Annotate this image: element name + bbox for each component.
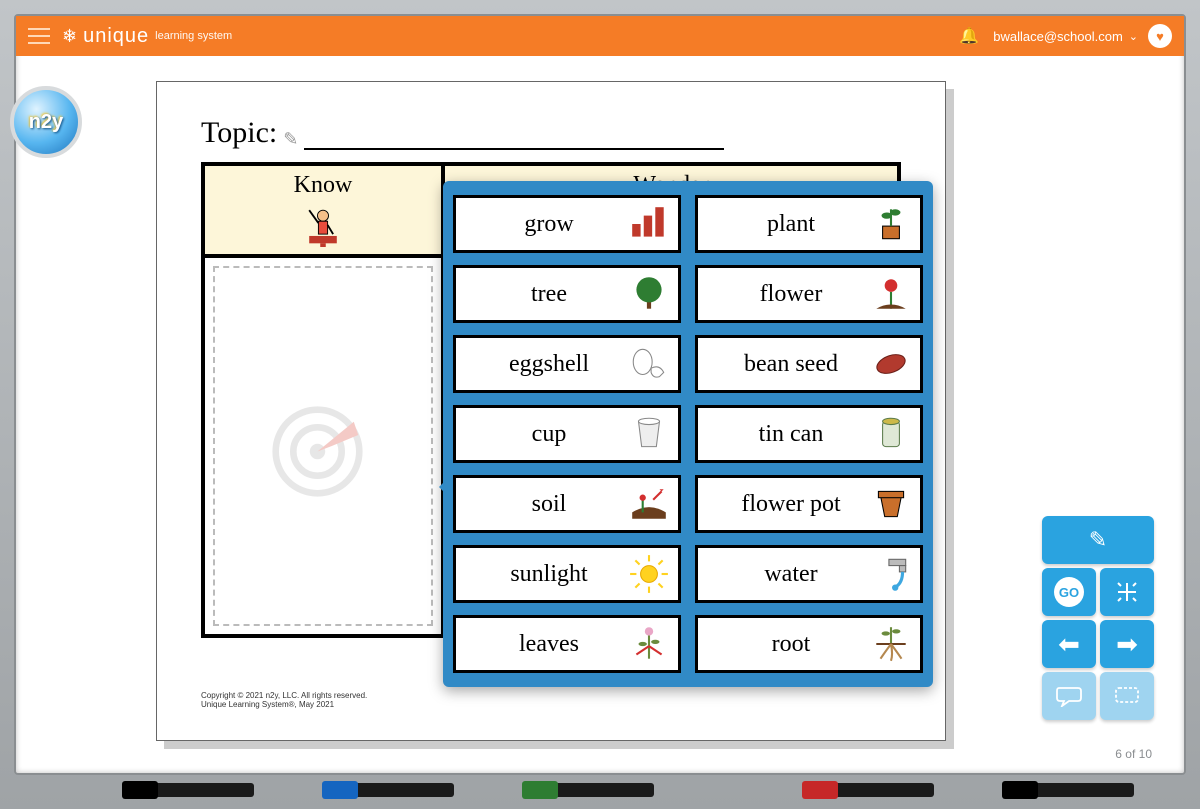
word-card-bean-seed[interactable]: bean seed <box>695 335 923 393</box>
word-card-cup[interactable]: cup <box>453 405 681 463</box>
flowerpot-icon <box>870 483 912 525</box>
favorite-button[interactable]: ♥ <box>1148 24 1172 48</box>
arrow-right-icon: ➡ <box>1116 629 1138 660</box>
speech-bubble-icon <box>1056 685 1082 707</box>
marker-green <box>524 783 654 797</box>
marker-black <box>124 783 254 797</box>
word-card-flower[interactable]: flower <box>695 265 923 323</box>
chevron-down-icon[interactable]: ⌄ <box>1129 30 1138 43</box>
pottedplant-icon <box>870 203 912 245</box>
copyright-line2: Unique Learning System®, May 2021 <box>201 700 367 710</box>
leaves-icon <box>628 623 670 665</box>
root-icon <box>870 623 912 665</box>
copyright-line1: Copyright © 2021 n2y, LLC. All rights re… <box>201 691 367 701</box>
arrow-left-icon: ⬅ <box>1058 629 1080 660</box>
flower-icon <box>870 273 912 315</box>
word-label: water <box>712 561 870 588</box>
expand-icon <box>1115 580 1139 604</box>
heart-icon: ♥ <box>1156 29 1164 44</box>
word-label: grow <box>470 211 628 238</box>
marker-black-2 <box>1004 783 1134 797</box>
word-label: plant <box>712 211 870 238</box>
word-label: root <box>712 631 870 658</box>
go-button[interactable]: GO <box>1042 568 1096 616</box>
dashed-rectangle-icon <box>1114 686 1140 706</box>
column-header-know: Know <box>203 164 443 256</box>
word-label: bean seed <box>712 351 870 378</box>
snowflake-icon: ❄ <box>62 26 77 47</box>
brand-subtitle: learning system <box>155 30 232 42</box>
word-label: tree <box>470 281 628 308</box>
marker-red <box>804 783 934 797</box>
marker-blue <box>324 783 454 797</box>
next-page-button[interactable]: ➡ <box>1100 620 1154 668</box>
word-card-tin-can[interactable]: tin can <box>695 405 923 463</box>
topic-label: Topic: <box>201 116 277 150</box>
marker-tray <box>14 777 1186 803</box>
whiteboard-frame: ❄ unique learning system 🔔 bwallace@scho… <box>0 0 1200 809</box>
cup-icon <box>628 413 670 455</box>
bean-icon <box>870 343 912 385</box>
word-card-sunlight[interactable]: sunlight <box>453 545 681 603</box>
app-header: ❄ unique learning system 🔔 bwallace@scho… <box>16 16 1184 56</box>
edit-button[interactable]: ✎ <box>1042 516 1154 564</box>
word-card-grow[interactable]: grow <box>453 195 681 253</box>
notifications-icon[interactable]: 🔔 <box>959 26 979 46</box>
word-card-eggshell[interactable]: eggshell <box>453 335 681 393</box>
word-label: tin can <box>712 421 870 448</box>
word-label: leaves <box>470 631 628 658</box>
topic-input-line[interactable] <box>304 122 724 150</box>
word-card-leaves[interactable]: leaves <box>453 615 681 673</box>
word-label: eggshell <box>470 351 628 378</box>
know-title: Know <box>205 172 441 199</box>
speech-bubble-button[interactable] <box>1042 672 1096 720</box>
prev-page-button[interactable]: ⬅ <box>1042 620 1096 668</box>
word-label: cup <box>470 421 628 448</box>
pencil-icon: ✎ <box>1089 527 1107 553</box>
bars-icon <box>628 203 670 245</box>
copyright-text: Copyright © 2021 n2y, LLC. All rights re… <box>201 691 367 710</box>
word-card-water[interactable]: water <box>695 545 923 603</box>
word-label: sunlight <box>470 561 628 588</box>
user-menu[interactable]: bwallace@school.com <box>993 29 1123 44</box>
soil-icon <box>628 483 670 525</box>
sun-icon <box>628 553 670 595</box>
word-label: flower pot <box>712 491 870 518</box>
word-card-root[interactable]: root <box>695 615 923 673</box>
selection-bubble-button[interactable] <box>1100 672 1154 720</box>
know-drop-zone[interactable] <box>203 256 443 636</box>
word-label: flower <box>712 281 870 308</box>
tree-icon <box>628 273 670 315</box>
student-raised-hand-icon <box>300 201 346 247</box>
page-counter: 6 of 10 <box>1115 747 1152 761</box>
whiteboard-surface: ❄ unique learning system 🔔 bwallace@scho… <box>14 14 1186 775</box>
go-label: GO <box>1054 577 1084 607</box>
word-label: soil <box>470 491 628 518</box>
n2y-logo[interactable]: n2y <box>10 86 82 158</box>
word-card-flower-pot[interactable]: flower pot <box>695 475 923 533</box>
menu-button[interactable] <box>28 28 50 44</box>
can-icon <box>870 413 912 455</box>
fullscreen-button[interactable] <box>1100 568 1154 616</box>
word-card-tree[interactable]: tree <box>453 265 681 323</box>
drop-target-icon <box>268 391 378 501</box>
navigation-toolbox: ✎ GO ⬅ ➡ <box>1042 516 1154 720</box>
word-card-plant[interactable]: plant <box>695 195 923 253</box>
faucet-icon <box>870 553 912 595</box>
word-picker-popover: grow plant tree flower eggshell bean seed cup t… <box>443 181 933 687</box>
word-card-soil[interactable]: soil <box>453 475 681 533</box>
brand-name: unique <box>83 25 149 48</box>
pencil-icon[interactable]: ✎ <box>283 129 298 150</box>
eggshell-icon <box>628 343 670 385</box>
